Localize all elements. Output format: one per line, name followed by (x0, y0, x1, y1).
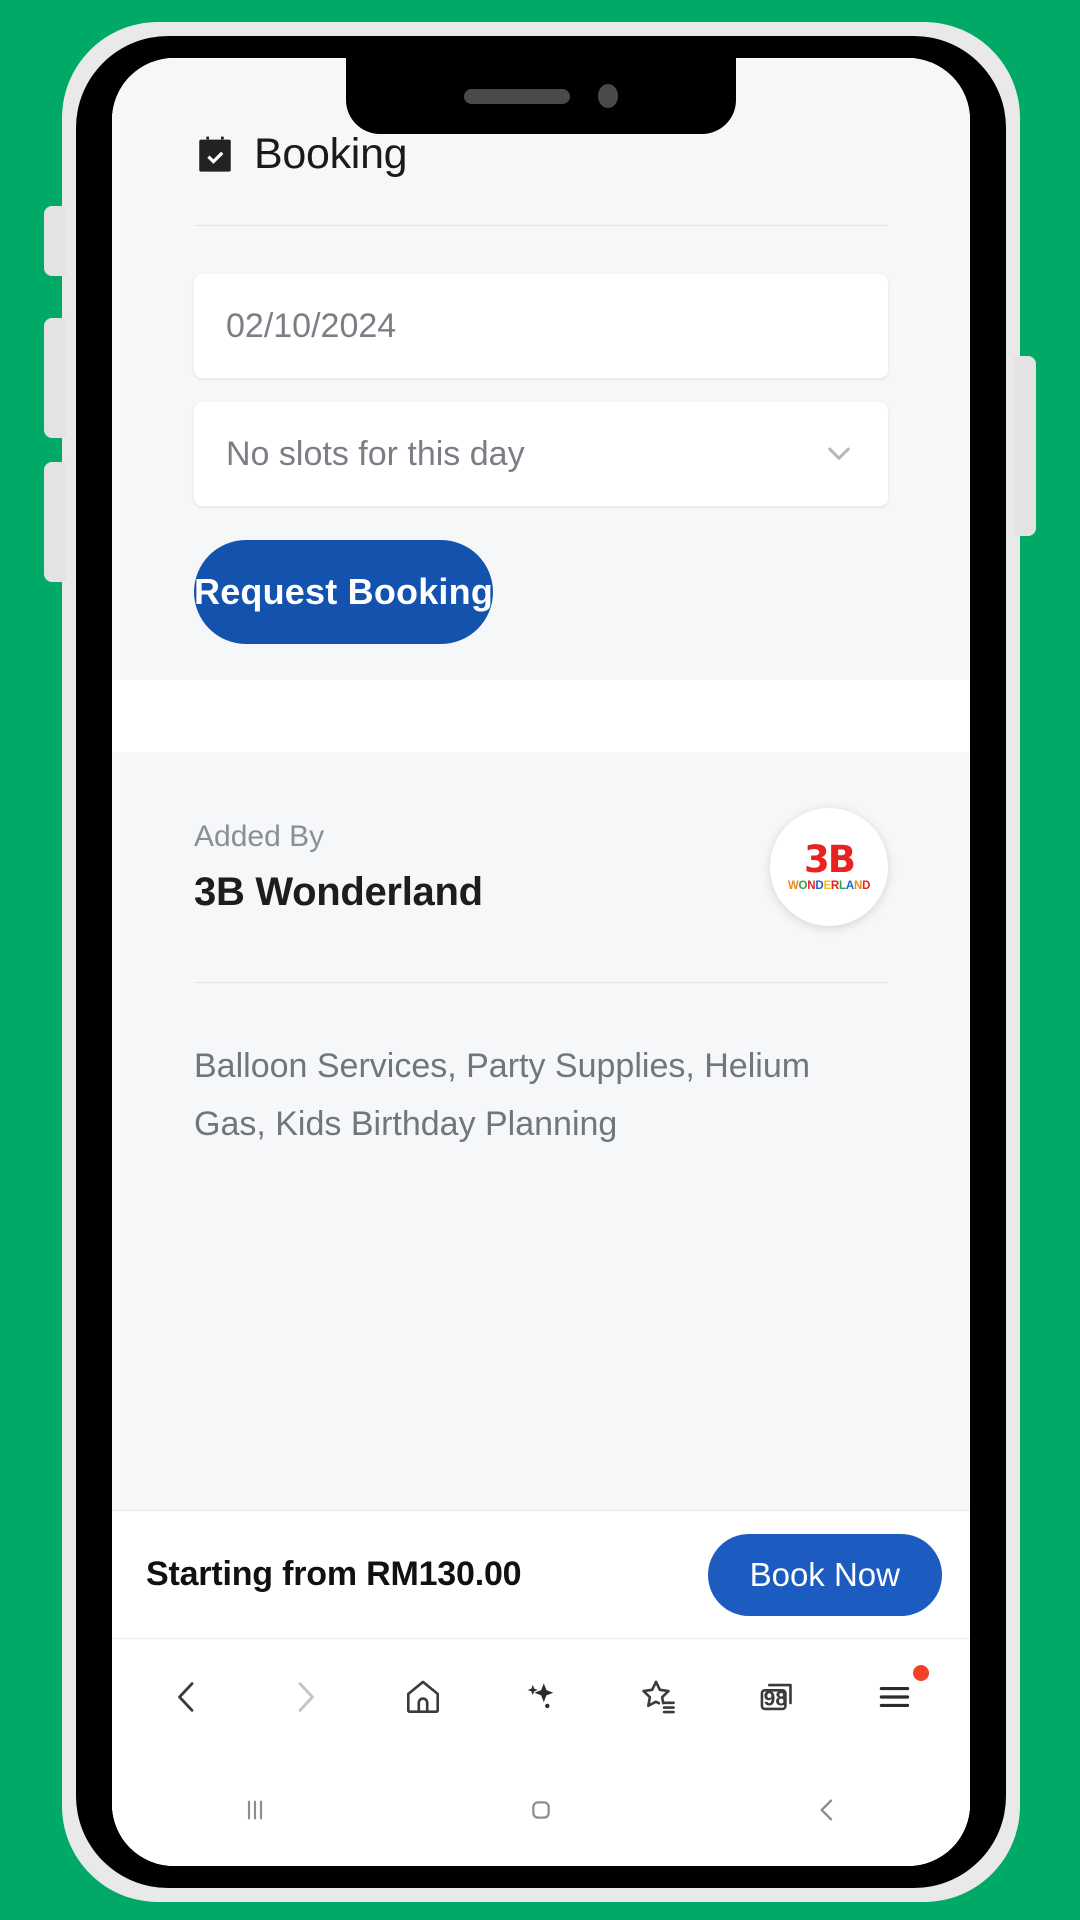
date-input-value: 02/10/2024 (226, 306, 397, 345)
phone-screen: Booking 02/10/2024 No slots for this day… (112, 58, 970, 1866)
volume-up-button[interactable] (44, 318, 66, 438)
tabs-icon[interactable]: 98 (741, 1661, 813, 1733)
request-booking-label: Request Booking (194, 571, 494, 612)
added-by-label: Added By (194, 819, 325, 853)
home-icon[interactable] (387, 1661, 459, 1733)
vendor-logo-wordmark: WONDERLAND (787, 880, 871, 893)
page-title: Booking (254, 130, 408, 178)
calendar-check-icon (199, 136, 231, 172)
request-booking-button[interactable]: Request Booking (194, 540, 494, 644)
bookmark-star-icon[interactable] (623, 1661, 695, 1733)
section-gap (112, 680, 970, 752)
front-camera (598, 84, 618, 108)
system-navigation-bar (112, 1754, 970, 1866)
screenshot-stage: Booking 02/10/2024 No slots for this day… (0, 0, 1080, 1920)
vendor-name: 3B Wonderland (194, 869, 483, 914)
mute-switch[interactable] (44, 206, 66, 276)
slot-select[interactable]: No slots for this day (194, 402, 888, 506)
booking-card: Booking 02/10/2024 No slots for this day… (112, 58, 970, 680)
back-icon[interactable] (151, 1661, 223, 1733)
sparkle-icon[interactable] (505, 1661, 577, 1733)
menu-notification-badge (913, 1664, 929, 1681)
vendor-logo[interactable]: 3B WONDERLAND (770, 808, 888, 926)
forward-icon[interactable] (269, 1661, 341, 1733)
vendor-description: Balloon Services, Party Supplies, Helium… (194, 1047, 811, 1144)
slot-select-value: No slots for this day (226, 434, 525, 473)
vendor-logo-mark: 3B (804, 838, 856, 882)
vendor-meta: Added By 3B Wonderland (194, 820, 483, 915)
chevron-down-icon (828, 447, 850, 460)
earpiece-speaker (464, 88, 570, 104)
date-input[interactable]: 02/10/2024 (194, 274, 888, 378)
booking-header: Booking (112, 130, 970, 179)
power-button[interactable] (1014, 356, 1036, 536)
volume-down-button[interactable] (44, 462, 66, 582)
device-notch (346, 58, 736, 134)
vendor-row: Added By 3B Wonderland 3B WONDERLAND (112, 808, 970, 926)
page-content: Booking 02/10/2024 No slots for this day… (112, 58, 970, 1866)
price-text: Starting from RM130.00 (146, 1555, 522, 1593)
header-divider (194, 225, 888, 226)
book-now-button[interactable]: Book Now (707, 1533, 942, 1616)
recents-icon[interactable] (209, 1775, 301, 1845)
browser-toolbar: 98 (112, 1638, 970, 1754)
back-button-icon[interactable] (781, 1775, 873, 1845)
price-bar: Starting from RM130.00 Book Now (112, 1510, 970, 1638)
home-button-icon[interactable] (495, 1775, 587, 1845)
menu-icon[interactable] (859, 1661, 931, 1733)
